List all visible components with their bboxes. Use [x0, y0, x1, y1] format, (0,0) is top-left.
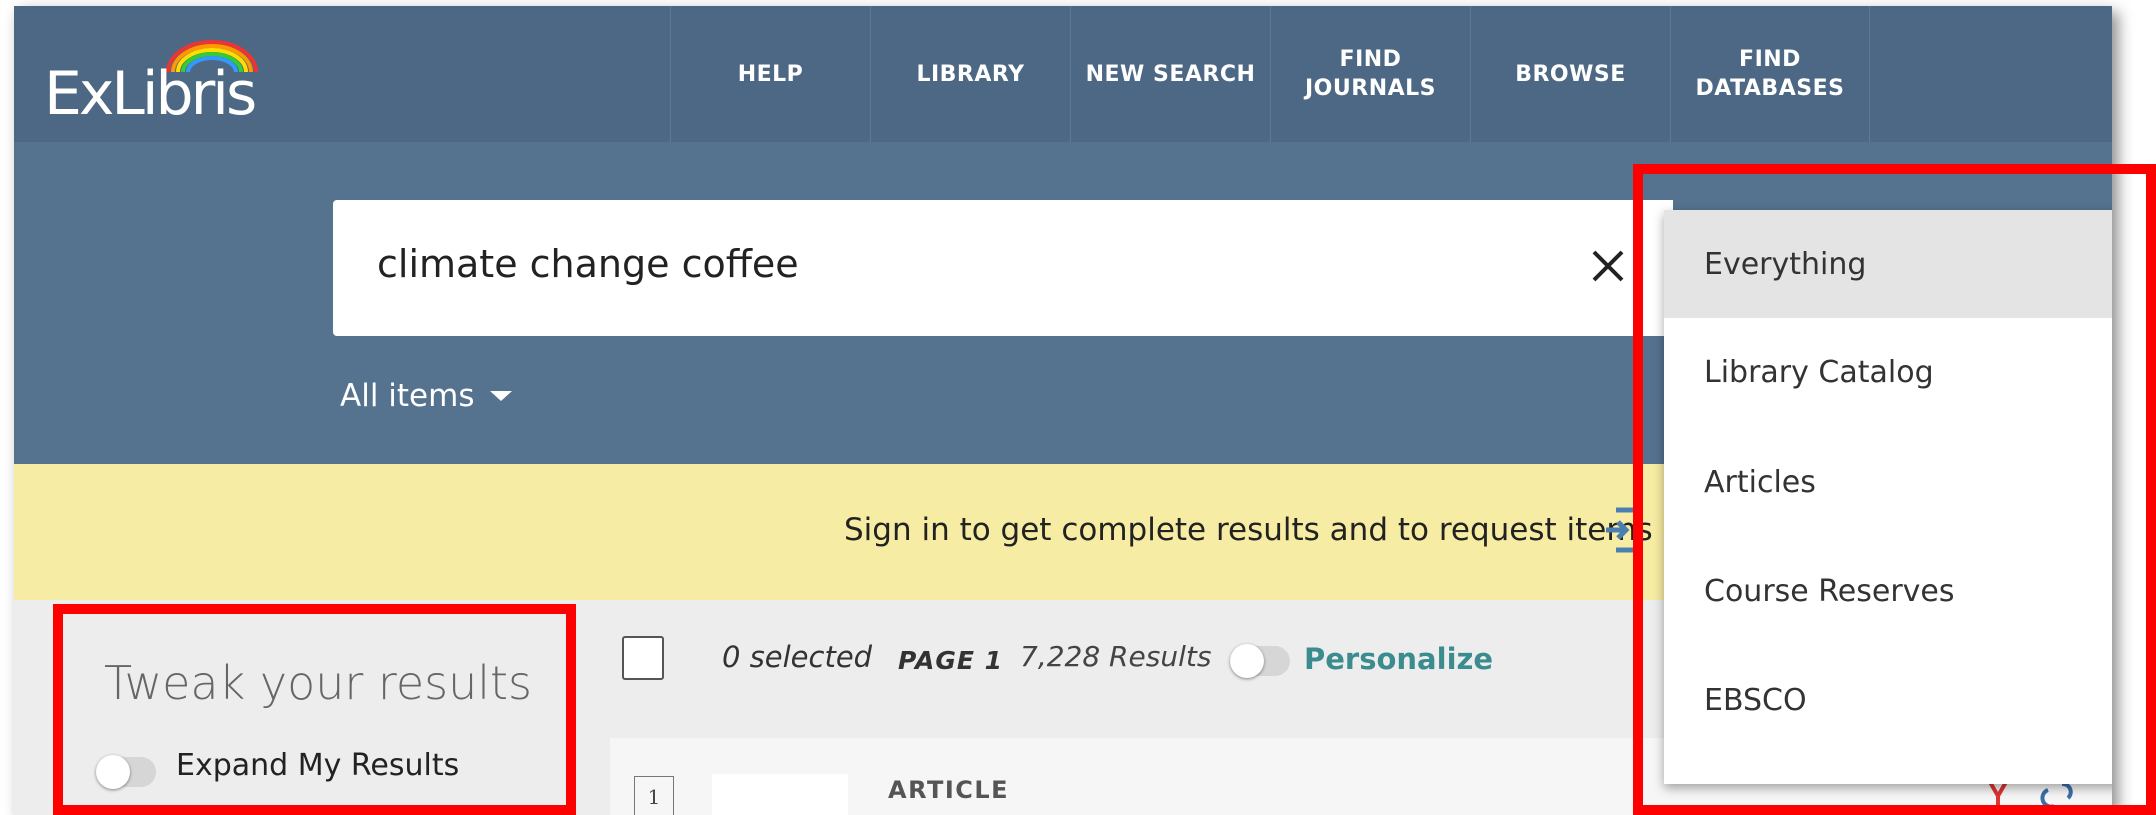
toggle-knob [1230, 644, 1264, 678]
nav-help[interactable]: HELP [670, 6, 870, 142]
scope-option-ebsco[interactable]: EBSCO [1664, 646, 2112, 754]
result-number: 1 [634, 776, 674, 815]
citation-trail-icon [1988, 781, 2008, 815]
option-label: Everything [1704, 246, 1867, 282]
clear-search-icon[interactable] [1588, 246, 1628, 286]
search-query: climate change coffee [377, 242, 799, 286]
nav-new-search[interactable]: NEW SEARCH [1070, 6, 1270, 142]
results-count: 7,228 Results [1020, 640, 1212, 673]
nav-label: LIBRARY [916, 61, 1025, 87]
personalize-toggle[interactable] [1230, 644, 1290, 678]
scope-label: All items [340, 378, 475, 414]
sign-in-message: Sign in to get complete results and to r… [844, 512, 1653, 548]
selected-count: 0 selected [722, 640, 873, 674]
app-window: ExLibris HELP LIBRARY NEW SEARCH FIND JO… [14, 6, 2112, 815]
nav-label: HELP [737, 61, 804, 87]
toggle-knob [96, 755, 130, 789]
scope-option-library-catalog[interactable]: Library Catalog [1664, 318, 2112, 426]
top-nav-bar: ExLibris HELP LIBRARY NEW SEARCH FIND JO… [14, 6, 2112, 142]
expand-results-label: Expand My Results [176, 748, 460, 783]
result-thumbnail [712, 774, 848, 815]
nav-label: NEW SEARCH [1085, 61, 1256, 87]
select-all-checkbox[interactable] [622, 636, 664, 680]
option-label: EBSCO [1704, 682, 1807, 718]
logo-text: ExLibris [44, 59, 257, 129]
scope-selector[interactable]: All items [340, 378, 514, 414]
option-label: Library Catalog [1704, 354, 1934, 390]
option-label: Course Reserves [1704, 573, 1955, 609]
scope-option-everything[interactable]: Everything [1664, 210, 2112, 318]
exlibris-logo[interactable]: ExLibris [44, 40, 274, 129]
result-type: ARTICLE [888, 776, 1010, 804]
scope-dropdown: Everything Library Catalog Articles Cour… [1664, 210, 2112, 784]
link-icon [2040, 782, 2073, 809]
personalize-label[interactable]: Personalize [1304, 642, 1493, 676]
scope-option-articles[interactable]: Articles [1664, 428, 2112, 536]
main-nav: HELP LIBRARY NEW SEARCH FIND JOURNALS BR… [670, 6, 1870, 142]
nav-label: FIND DATABASES [1695, 47, 1845, 101]
facets-title: Tweak your results [104, 656, 533, 710]
caret-down-icon [490, 391, 513, 401]
search-input[interactable]: climate change coffee [333, 200, 1673, 336]
nav-find-journals[interactable]: FIND JOURNALS [1270, 6, 1470, 142]
nav-find-databases[interactable]: FIND DATABASES [1670, 6, 1870, 142]
nav-library[interactable]: LIBRARY [870, 6, 1070, 142]
sign-in-icon[interactable] [1604, 506, 1644, 554]
page-indicator: PAGE 1 [898, 646, 1004, 675]
scope-option-course-reserves[interactable]: Course Reserves [1664, 537, 2112, 645]
nav-label: FIND JOURNALS [1305, 47, 1436, 101]
nav-browse[interactable]: BROWSE [1470, 6, 1670, 142]
expand-results-toggle[interactable] [96, 755, 156, 789]
option-label: Articles [1704, 464, 1816, 500]
nav-label: BROWSE [1515, 61, 1626, 87]
